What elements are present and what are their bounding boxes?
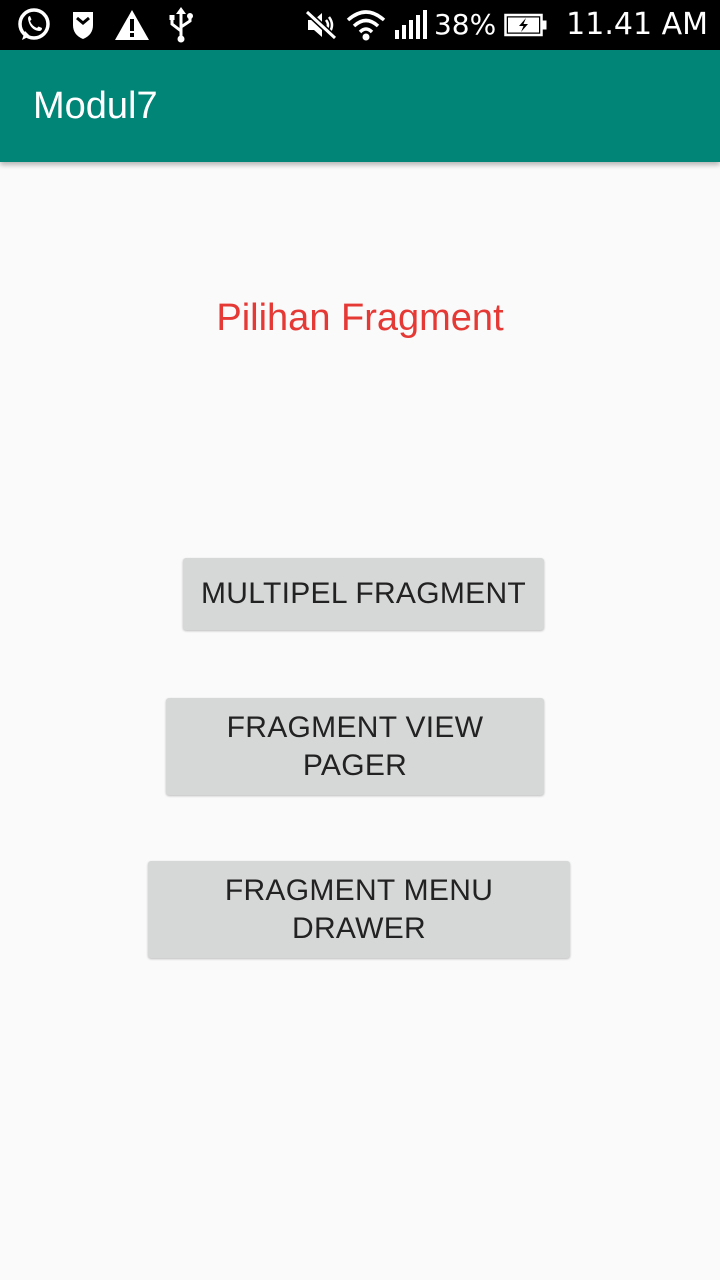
page-heading: Pilihan Fragment (216, 297, 504, 339)
app-title: Modul7 (33, 85, 158, 127)
multipel-fragment-button[interactable]: MULTIPEL FRAGMENT (183, 558, 544, 630)
status-bar-right-icons: 38% 11.41 AM (304, 0, 708, 50)
status-bar: 38% 11.41 AM (0, 0, 720, 50)
mute-icon (304, 8, 338, 42)
multipel-fragment-button-label: MULTIPEL FRAGMENT (200, 577, 527, 610)
clock: 11.41 AM (566, 7, 708, 42)
app-bar: Modul7 (0, 50, 720, 162)
fragment-menu-drawer-button[interactable]: FRAGMENT MENU DRAWER (148, 861, 570, 958)
fragment-menu-drawer-button-label: FRAGMENT MENU DRAWER (224, 873, 494, 945)
warning-icon (114, 8, 150, 42)
fragment-view-pager-button-label: FRAGMENT VIEW PAGER (226, 710, 484, 782)
fragment-view-pager-button[interactable]: FRAGMENT VIEW PAGER (166, 698, 544, 795)
battery-percentage: 38% (433, 8, 497, 41)
battery-charging-icon (504, 13, 548, 37)
shield-icon (70, 9, 96, 41)
signal-icon (394, 10, 430, 40)
whatsapp-icon (16, 7, 52, 43)
usb-icon (168, 7, 194, 43)
wifi-icon (346, 8, 386, 42)
status-bar-left-icons (16, 7, 194, 43)
